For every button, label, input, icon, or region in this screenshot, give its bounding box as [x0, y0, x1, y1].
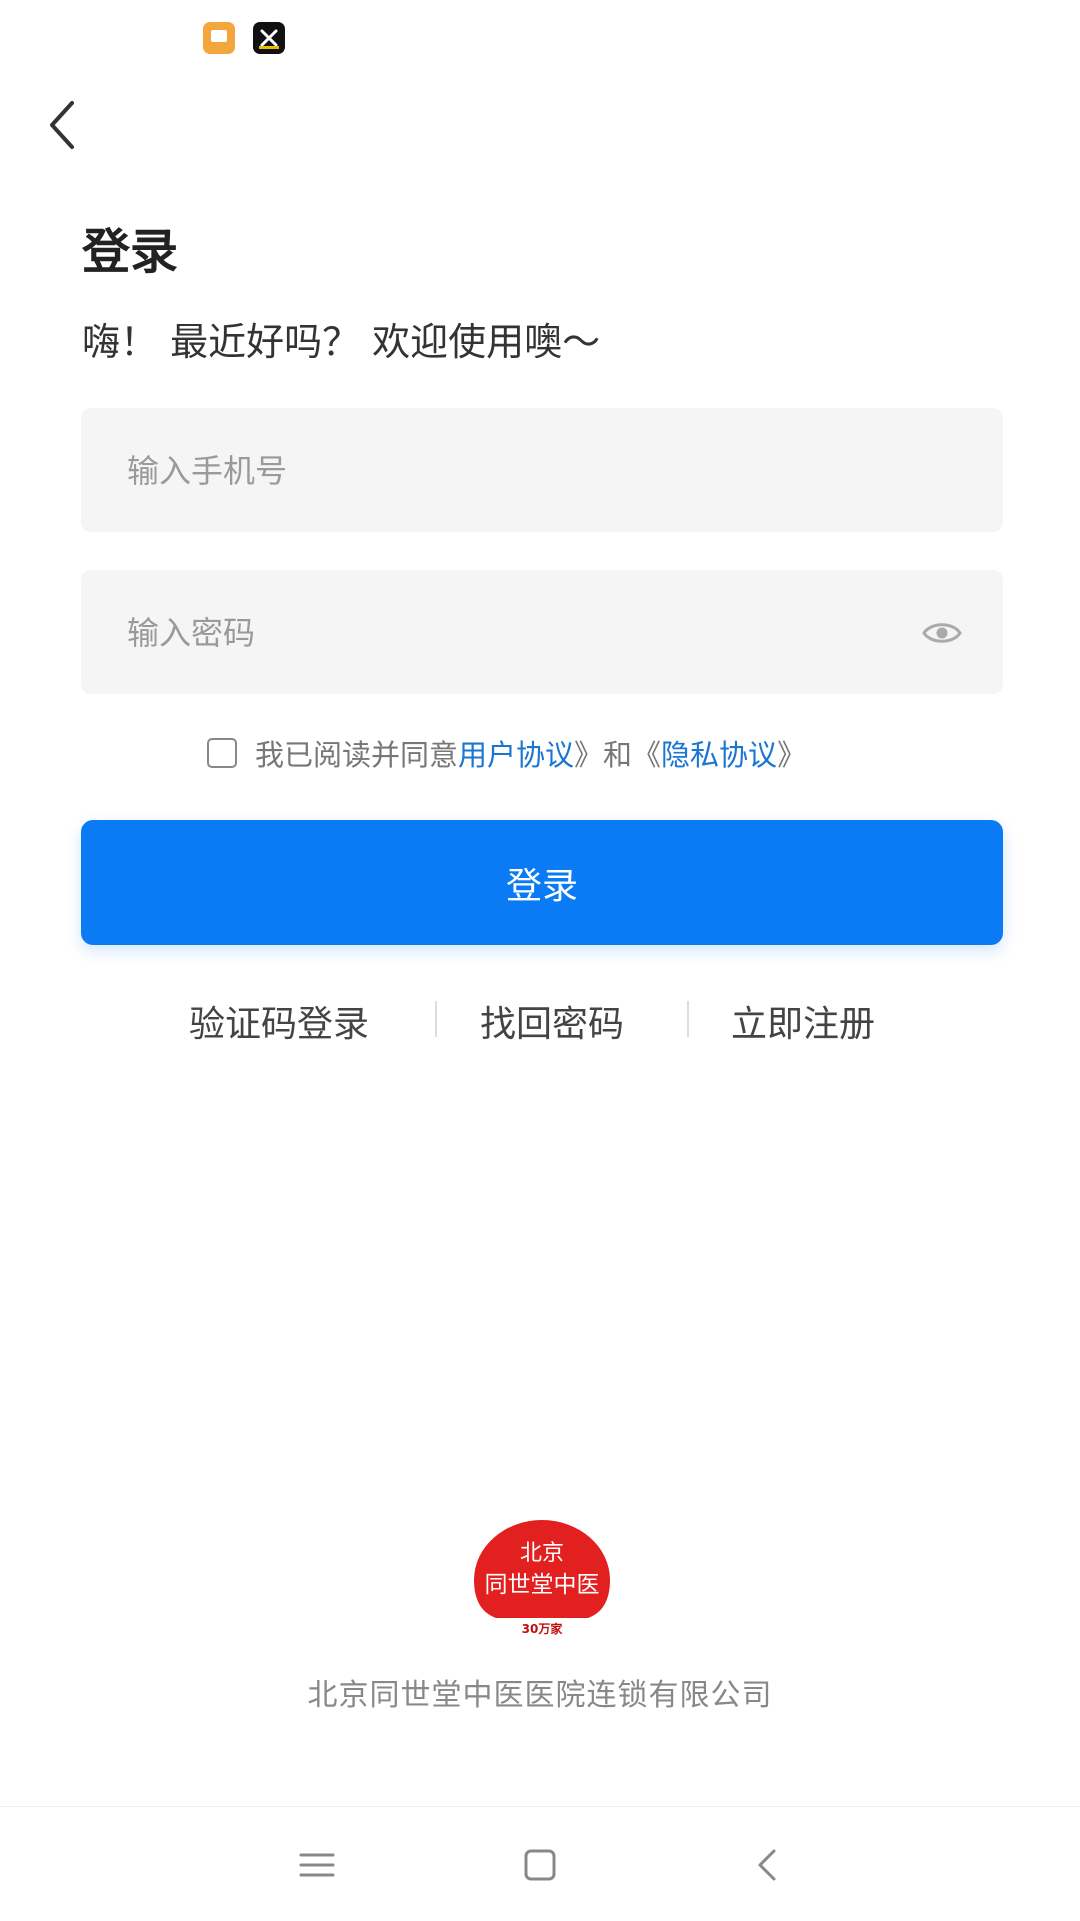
agreement-prefix: 我已阅读并同意: [255, 738, 459, 772]
divider: [687, 1001, 689, 1037]
page-title: 登录: [82, 224, 179, 280]
agreement-row: 我已阅读并同意 用户协议 》和《 隐私协议 》: [207, 733, 806, 773]
phone-input[interactable]: [125, 408, 909, 534]
logo-line1: 北京: [520, 1541, 564, 1566]
user-agreement-link[interactable]: 用户协议: [458, 732, 574, 774]
alt-links: 验证码登录 找回密码 立即注册: [0, 995, 1080, 1045]
capcut-app-icon: [253, 22, 285, 54]
forgot-password-link[interactable]: 找回密码: [480, 995, 624, 1047]
sms-login-link[interactable]: 验证码登录: [189, 995, 369, 1047]
chevron-left-icon: [50, 101, 74, 149]
register-link[interactable]: 立即注册: [731, 995, 875, 1047]
company-logo: 北京 同世堂中医 30万家: [468, 1520, 616, 1638]
password-field[interactable]: [81, 570, 1003, 696]
company-name: 北京同世堂中医医院连锁有限公司: [307, 1678, 773, 1713]
agreement-suffix: 》: [777, 738, 807, 772]
divider: [435, 1001, 437, 1037]
phone-field[interactable]: [81, 408, 1003, 534]
home-icon[interactable]: [520, 1845, 560, 1885]
password-input[interactable]: [125, 570, 909, 696]
agreement-middle: 》和《: [574, 738, 662, 772]
back-button[interactable]: [38, 95, 88, 155]
agreement-checkbox[interactable]: [207, 738, 237, 768]
welcome-subtitle: 嗨！ 最近好吗？ 欢迎使用噢〜: [82, 320, 601, 364]
message-app-icon: [203, 22, 235, 54]
logo-line2: 同世堂中医: [485, 1572, 600, 1598]
back-icon[interactable]: [748, 1845, 788, 1885]
menu-icon[interactable]: [297, 1845, 337, 1885]
eye-icon[interactable]: [921, 612, 963, 654]
privacy-agreement-link[interactable]: 隐私协议: [661, 732, 777, 774]
system-nav-bar: [0, 1806, 1080, 1921]
login-button[interactable]: 登录: [81, 820, 1003, 945]
logo-line3: 30万家: [522, 1621, 564, 1636]
